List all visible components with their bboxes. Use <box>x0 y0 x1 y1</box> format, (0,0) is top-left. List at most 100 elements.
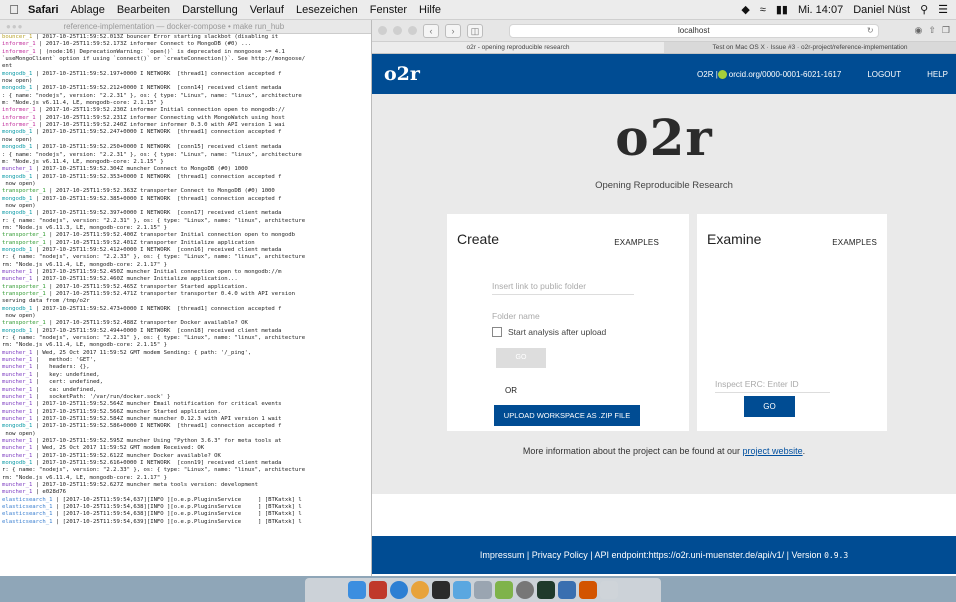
share-icon[interactable]: ⇧ <box>928 25 936 36</box>
erc-id-input[interactable]: Inspect ERC: Enter ID <box>715 379 830 393</box>
launchpad-icon[interactable] <box>369 581 387 599</box>
terminal-line: transporter_1 | 2017-10-25T11:59:52.400Z… <box>2 232 371 239</box>
terminal-line: mongodb_1 | 2017-10-25T11:59:52.212+0000… <box>2 85 371 92</box>
nav-logo[interactable]: o2r <box>372 63 420 85</box>
menubar-status: ◆ ≈ ▮▮ Mi. 14:07 Daniel Nüst ⚲ ☰ <box>741 3 956 17</box>
terminal-message: `useMongoClient` option if using `connec… <box>2 56 306 63</box>
api-endpoint[interactable]: API endpoint:https://o2r.uni-muenster.de… <box>595 550 785 560</box>
terminal-line: transporter_1 | 2017-10-25T11:59:52.471Z… <box>2 291 371 298</box>
books-icon[interactable] <box>579 581 597 599</box>
terminal-icon[interactable] <box>432 581 450 599</box>
settings-icon[interactable] <box>516 581 534 599</box>
terminal-line: elasticsearch_1 | [2017-10-25T11:59:54,6… <box>2 504 371 511</box>
safari-icon[interactable] <box>390 581 408 599</box>
menu-verlauf[interactable]: Verlauf <box>250 4 284 16</box>
terminal-service-name: informer_1 <box>2 48 36 55</box>
terminal-separator: | <box>32 166 43 173</box>
dropbox-icon[interactable]: ◆ <box>741 3 749 16</box>
terminal-message: 2017-10-25T11:59:52.584Z muncher muncher… <box>42 415 282 422</box>
project-website-link[interactable]: project website <box>743 446 803 456</box>
help-link[interactable]: HELP <box>927 70 948 79</box>
reload-icon[interactable]: ↻ <box>867 25 874 37</box>
terminal-message: r: { name: "nodejs", version: "2.2.33" }… <box>2 254 306 261</box>
minimize-window-icon[interactable] <box>393 26 402 35</box>
activity-monitor-icon[interactable] <box>537 581 555 599</box>
terminal-window[interactable]: ●●● reference-implementation — docker-co… <box>0 20 372 576</box>
public-folder-link-input[interactable]: Insert link to public folder <box>492 281 634 295</box>
terminal-service-name: muncher_1 <box>2 269 33 275</box>
menu-fenster[interactable]: Fenster <box>370 4 407 16</box>
privacy-policy-link[interactable]: Privacy Policy <box>532 550 588 560</box>
create-go-button[interactable]: GO <box>496 348 546 368</box>
apple-menu-icon[interactable]:  <box>0 2 28 17</box>
chrome-icon[interactable] <box>411 581 429 599</box>
menu-app[interactable]: Safari <box>28 4 59 16</box>
docker-icon[interactable] <box>453 581 471 599</box>
trash-icon[interactable] <box>600 581 618 599</box>
upload-zip-button[interactable]: UPLOAD WORKSPACE AS .ZIP FILE <box>494 405 640 426</box>
tab-github-issue[interactable]: Test on Mac OS X · Issue #3 · o2r-projec… <box>664 42 956 53</box>
terminal-service-name: muncher_1 <box>2 415 33 422</box>
terminal-line: mongodb_1 | 2017-10-25T11:59:52.616+0000… <box>2 460 371 467</box>
window-controls-icon[interactable]: ●●● <box>6 22 24 31</box>
terminal-line: muncher_1 | method: 'GET', <box>2 357 371 364</box>
terminal-line: muncher_1 | 2017-10-25T11:59:52.566Z mun… <box>2 409 371 416</box>
rocket-icon[interactable] <box>474 581 492 599</box>
tabs-overview-icon[interactable]: ❐ <box>942 25 950 36</box>
terminal-output[interactable]: bouncer_1 | 2017-10-25T11:59:52.013Z bou… <box>0 34 371 526</box>
notification-icon[interactable]: ☰ <box>938 3 948 16</box>
terminal-separator: | <box>32 269 43 275</box>
close-window-icon[interactable] <box>378 26 387 35</box>
spotlight-icon[interactable]: ⚲ <box>920 3 928 16</box>
folder-name-input[interactable]: Folder name <box>492 311 602 324</box>
terminal-service-name: muncher_1 <box>2 408 33 415</box>
zoom-window-icon[interactable] <box>408 26 417 35</box>
menu-darstellung[interactable]: Darstellung <box>182 4 238 16</box>
terminal-separator: | <box>32 357 43 364</box>
terminal-message: now open) <box>2 136 33 143</box>
terminal-message: 2017-10-25T11:59:52.586+0000 I NETWORK [… <box>42 423 282 430</box>
menu-bearbeiten[interactable]: Bearbeiten <box>117 4 170 16</box>
terminal-message: headers: {}, <box>42 364 90 371</box>
battery-icon[interactable]: ▮▮ <box>776 3 788 16</box>
impressum-link[interactable]: Impressum <box>480 550 525 560</box>
terminal-separator: | <box>45 188 56 195</box>
orcid-user-link[interactable]: O2R | orcid.org/0000-0001-6021-1617 <box>697 69 842 79</box>
terminal-message: rm: "Node.js v6.11.3, LE, mongodb-core: … <box>2 224 168 231</box>
start-analysis-checkbox[interactable] <box>492 327 502 337</box>
orcid-id: orcid.org/0000-0001-6021-1617 <box>728 69 842 79</box>
terminal-line: mongodb_1 | 2017-10-25T11:59:52.353+0000… <box>2 174 371 181</box>
forward-icon[interactable]: › <box>445 23 461 38</box>
terminal-separator: | <box>32 437 43 444</box>
terminal-separator: | <box>35 41 46 48</box>
examine-examples-button[interactable]: EXAMPLES <box>832 238 877 247</box>
terminal-separator: | <box>32 364 43 371</box>
terminal-message: 2017-10-25T11:59:52.412+0000 I NETWORK [… <box>42 246 282 253</box>
menu-ablage[interactable]: Ablage <box>71 4 105 16</box>
terminal-line: now open) <box>2 78 371 85</box>
back-icon[interactable]: ‹ <box>423 23 439 38</box>
photos-icon[interactable] <box>495 581 513 599</box>
clock[interactable]: Mi. 14:07 <box>798 4 843 16</box>
user-name[interactable]: Daniel Nüst <box>853 4 910 16</box>
examine-go-button[interactable]: GO <box>744 396 795 417</box>
terminal-service-name: mongodb_1 <box>2 173 33 180</box>
create-examples-button[interactable]: EXAMPLES <box>614 238 659 247</box>
nav-right: O2R | orcid.org/0000-0001-6021-1617 LOGO… <box>697 69 956 79</box>
address-bar[interactable]: localhost ↻ <box>509 23 879 38</box>
extension-icon[interactable]: ◉ <box>915 25 923 36</box>
sidebar-icon[interactable]: ◫ <box>467 23 483 38</box>
start-analysis-option[interactable]: Start analysis after upload <box>492 327 606 337</box>
terminal-separator: | <box>32 459 43 466</box>
terminal-service-name: muncher_1 <box>2 349 33 356</box>
menu-hilfe[interactable]: Hilfe <box>419 4 441 16</box>
terminal-line: mongodb_1 | 2017-10-25T11:59:52.197+0000… <box>2 71 371 78</box>
terminal-separator: | <box>32 349 43 356</box>
logout-link[interactable]: LOGOUT <box>867 70 901 79</box>
vscode-icon[interactable] <box>558 581 576 599</box>
finder-icon[interactable] <box>348 581 366 599</box>
menu-lesezeichen[interactable]: Lesezeichen <box>296 4 358 16</box>
wifi-icon[interactable]: ≈ <box>760 4 766 16</box>
tab-o2r[interactable]: o2r - opening reproducible research <box>372 42 664 53</box>
terminal-service-name: muncher_1 <box>2 166 33 173</box>
